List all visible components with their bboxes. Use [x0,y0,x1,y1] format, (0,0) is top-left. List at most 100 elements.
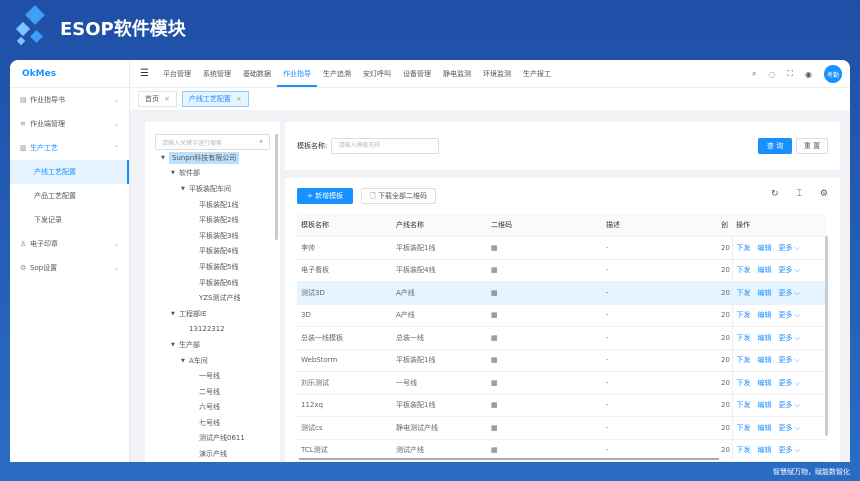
template-name-input[interactable]: 请输入模板名称 [331,138,440,154]
nav-item[interactable]: 静电监测 [437,60,477,87]
more-dropdown[interactable]: 更多 ⌵ [779,266,801,274]
tree-node[interactable]: 演示产线 [155,446,270,462]
nav-item[interactable]: 生产追溯 [317,60,357,87]
sidebar-item[interactable]: ▥ 生产工艺 ⌃ [10,136,129,160]
tree-node[interactable]: 二号线 [155,384,270,400]
tree-search-input[interactable]: 请输入关键字进行搜索 ⌕ [155,134,270,150]
tree-node[interactable]: 13122312 [155,322,270,338]
nav-item[interactable]: 安灯呼叫 [357,60,397,87]
fullscreen-icon[interactable]: ⛶ [787,69,793,79]
dispatch-link[interactable]: 下发 [737,244,751,252]
more-dropdown[interactable]: 更多 ⌵ [779,446,801,454]
edit-link[interactable]: 编辑 [758,379,772,387]
tree-node[interactable]: ▼ 工程部IE [155,306,270,322]
tab[interactable]: 产线工艺配置 × [181,91,249,107]
table-row[interactable]: 刘乐测试 一号线 ▦ -20 下发 编辑 更多 ⌵ [297,371,827,395]
table-row[interactable]: 3D A产线 ▦ -20 下发 编辑 更多 ⌵ [297,304,827,327]
tree-node[interactable]: ▼ Sunpn科技有限公司 [155,150,270,166]
sidebar-item[interactable]: ≋ 作业端管理 ⌄ [10,112,129,136]
tree-node[interactable]: 六号线 [155,400,270,416]
close-icon[interactable]: × [236,95,242,103]
table-row[interactable]: 测试3D A产线 ▦ -20 下发 编辑 更多 ⌵ [297,281,827,305]
edit-link[interactable]: 编辑 [758,289,772,297]
more-dropdown[interactable]: 更多 ⌵ [779,356,801,364]
edit-link[interactable]: 编辑 [758,446,772,454]
more-dropdown[interactable]: 更多 ⌵ [779,334,801,342]
table-row[interactable]: 测试cs 静电测试产线 ▦ -20 下发 编辑 更多 ⌵ [297,416,827,440]
tree-node[interactable]: 平板装配2线 [155,212,270,228]
edit-link[interactable]: 编辑 [758,356,772,364]
edit-link[interactable]: 编辑 [758,311,772,319]
more-dropdown[interactable]: 更多 ⌵ [779,244,801,252]
table-horizontal-scrollbar[interactable] [299,458,719,460]
caret-down-icon[interactable]: ▼ [171,311,179,317]
table-row[interactable]: 李帅 平板装配1线 ▦ -20 下发 编辑 更多 ⌵ [297,236,827,260]
tree-node[interactable]: 平板装配4线 [155,244,270,260]
more-dropdown[interactable]: 更多 ⌵ [779,311,801,319]
bell-icon[interactable]: ◌ [768,70,775,79]
more-dropdown[interactable]: 更多 ⌵ [779,289,801,297]
table-row[interactable]: 电子看板 平板装配4线 ▦ -20 下发 编辑 更多 ⌵ [297,259,827,282]
sidebar-item[interactable]: ⚙ Sop设置 ⌄ [10,256,129,280]
edit-link[interactable]: 编辑 [758,266,772,274]
dispatch-link[interactable]: 下发 [737,424,751,432]
sidebar-subitem[interactable]: 下发记录 [10,208,129,232]
nav-item[interactable]: 系统管理 [197,60,237,87]
tree-node[interactable]: 七号线 [155,415,270,431]
sidebar-subitem[interactable]: 产线工艺配置 [10,160,129,184]
dispatch-link[interactable]: 下发 [737,289,751,297]
sidebar-item[interactable]: ♙ 电子印章 ⌄ [10,232,129,256]
more-dropdown[interactable]: 更多 ⌵ [779,424,801,432]
caret-down-icon[interactable]: ▼ [171,342,179,348]
tree-node[interactable]: 测试产线0611 [155,431,270,447]
reset-button[interactable]: 重 置 [796,138,828,154]
table-row[interactable]: 112xq 平板装配1线 ▦ -20 下发 编辑 更多 ⌵ [297,394,827,417]
avatar[interactable]: 考勤 [824,65,842,83]
edit-link[interactable]: 编辑 [758,334,772,342]
tree-node[interactable]: ▼ 平板装配车间 [155,181,270,197]
column-height-icon[interactable]: ⌶ [797,189,802,199]
nav-item[interactable]: 设备管理 [397,60,437,87]
globe-icon[interactable]: ◉ [805,70,812,79]
nav-item[interactable]: 基础数据 [237,60,277,87]
search-icon[interactable]: ⌕ [752,69,756,79]
dispatch-link[interactable]: 下发 [737,356,751,364]
dispatch-link[interactable]: 下发 [737,379,751,387]
edit-link[interactable]: 编辑 [758,424,772,432]
table-row[interactable]: 总装一线模板 总装一线 ▦ -20 下发 编辑 更多 ⌵ [297,326,827,350]
add-template-button[interactable]: + 新增模板 [297,188,354,204]
menu-fold-icon[interactable]: ☰ [140,68,149,79]
dispatch-link[interactable]: 下发 [737,334,751,342]
caret-down-icon[interactable]: ▼ [181,358,189,364]
tree-scrollbar[interactable] [275,134,278,240]
tree-node[interactable]: 平板装配3线 [155,228,270,244]
caret-down-icon[interactable]: ▼ [181,186,189,192]
more-dropdown[interactable]: 更多 ⌵ [779,379,801,387]
tree-node[interactable]: ▼ 软件部 [155,166,270,182]
edit-link[interactable]: 编辑 [758,401,772,409]
table-row[interactable]: WebStorm 平板装配1线 ▦ -20 下发 编辑 更多 ⌵ [297,349,827,372]
tree-node[interactable]: 平板装配6线 [155,275,270,291]
tree-node[interactable]: 平板装配5线 [155,259,270,275]
nav-item[interactable]: 生产报工 [517,60,557,87]
dispatch-link[interactable]: 下发 [737,266,751,274]
dispatch-link[interactable]: 下发 [737,311,751,319]
tree-node[interactable]: YZS测试产线 [155,290,270,306]
tab[interactable]: 首页 × [138,91,177,107]
caret-down-icon[interactable]: ▼ [171,170,179,176]
tree-node[interactable]: 平板装配1线 [155,197,270,213]
dispatch-link[interactable]: 下发 [737,446,751,454]
close-icon[interactable]: × [164,95,170,103]
tree-node[interactable]: 一号线 [155,368,270,384]
nav-item[interactable]: 平台管理 [157,60,197,87]
table-vertical-scrollbar[interactable] [825,236,828,436]
refresh-icon[interactable]: ↻ [771,189,779,199]
more-dropdown[interactable]: 更多 ⌵ [779,401,801,409]
edit-link[interactable]: 编辑 [758,244,772,252]
sidebar-item[interactable]: ▤ 作业指导书 ⌄ [10,88,129,112]
tree-node[interactable]: ▼ A车间 [155,353,270,369]
caret-down-icon[interactable]: ▼ [161,155,169,161]
download-qr-button[interactable]: 🗋 下载全部二维码 [361,188,436,204]
dispatch-link[interactable]: 下发 [737,401,751,409]
query-button[interactable]: 查 询 [758,138,792,154]
